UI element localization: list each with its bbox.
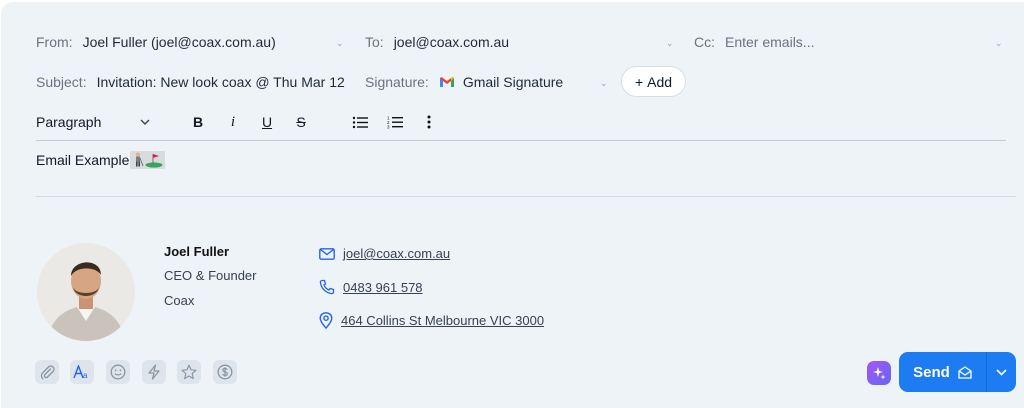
signature-role: CEO & Founder: [164, 268, 257, 283]
more-vertical-icon: [427, 115, 431, 129]
cc-chevron-down-icon[interactable]: ⌄: [995, 38, 1003, 49]
to-value[interactable]: joel@coax.com.au: [394, 34, 509, 50]
bold-button[interactable]: B: [190, 111, 206, 133]
text-format-icon: a: [73, 365, 88, 379]
cc-input[interactable]: Enter emails...: [725, 34, 814, 50]
svg-text:3: 3: [387, 125, 390, 130]
toolbar-divider: [36, 140, 1006, 141]
phone-icon: [319, 279, 335, 295]
to-chevron-down-icon[interactable]: ⌄: [666, 38, 674, 49]
chevron-down-icon: [996, 368, 1007, 376]
signature-field[interactable]: Signature: Gmail Signature: [365, 74, 563, 90]
subject-label: Subject:: [36, 74, 87, 90]
send-button[interactable]: Send: [899, 352, 986, 392]
sparkle-icon: [873, 367, 886, 380]
lightning-icon: [148, 364, 160, 380]
envelope-open-icon: [958, 365, 972, 379]
text-format-button[interactable]: a: [70, 360, 94, 384]
golf-flag-emoji-icon: [145, 154, 163, 168]
dollar-icon: [217, 364, 233, 380]
emoji-highlight: [130, 151, 166, 169]
more-options-button[interactable]: [421, 111, 437, 133]
subject-input[interactable]: Invitation: New look coax @ Thu Mar 12: [97, 74, 345, 90]
mail-icon: [319, 247, 335, 260]
email-body[interactable]: Email Example: [36, 151, 166, 169]
compose-panel: [1, 2, 1024, 408]
favorite-button[interactable]: [177, 360, 201, 384]
signature-company: Coax: [164, 293, 195, 308]
location-pin-icon: [319, 312, 333, 329]
paragraph-select[interactable]: Paragraph: [36, 111, 156, 133]
signature-divider: [36, 196, 1016, 197]
plus-icon: +: [634, 73, 644, 90]
avatar: [37, 243, 135, 341]
send-button-group: Send: [899, 352, 1016, 392]
golfer-emoji-icon: [136, 152, 144, 167]
add-button-label: Add: [647, 73, 673, 90]
send-label: Send: [913, 363, 950, 381]
numbered-list-button[interactable]: 1 2 3: [386, 111, 404, 133]
from-field[interactable]: From: Joel Fuller (joel@coax.com.au): [36, 34, 276, 50]
signature-chevron-down-icon[interactable]: ⌄: [600, 78, 608, 89]
signature-address-link[interactable]: 464 Collins St Melbourne VIC 3000: [341, 313, 544, 328]
paperclip-icon: [40, 365, 55, 380]
email-body-text: Email Example: [36, 152, 130, 168]
paragraph-label: Paragraph: [36, 114, 102, 130]
to-label: To:: [365, 34, 384, 50]
signature-label: Signature:: [365, 74, 429, 90]
payment-button[interactable]: [213, 360, 237, 384]
cc-label: Cc:: [694, 34, 715, 50]
from-value[interactable]: Joel Fuller (joel@coax.com.au): [83, 34, 276, 50]
signature-select[interactable]: Gmail Signature: [463, 74, 563, 90]
emoji-icon: [110, 364, 126, 380]
signature-email-row: joel@coax.com.au: [319, 246, 450, 261]
signature-phone-row: 0483 961 578: [319, 279, 423, 295]
ai-assist-button[interactable]: [867, 361, 891, 385]
cc-field[interactable]: Cc: Enter emails...: [694, 34, 814, 50]
send-options-button[interactable]: [987, 352, 1016, 392]
italic-button[interactable]: i: [225, 111, 241, 133]
star-icon: [181, 364, 197, 380]
attach-button[interactable]: [35, 360, 59, 384]
from-chevron-down-icon[interactable]: ⌄: [336, 38, 344, 49]
svg-text:a: a: [83, 371, 88, 379]
add-signature-button[interactable]: + Add: [621, 66, 686, 97]
numbered-list-icon: 1 2 3: [387, 116, 403, 130]
emoji-button[interactable]: [106, 360, 130, 384]
signature-email-link[interactable]: joel@coax.com.au: [343, 246, 450, 261]
quick-actions-button[interactable]: [142, 360, 166, 384]
from-label: From:: [36, 34, 73, 50]
underline-button[interactable]: U: [259, 111, 275, 133]
strikethrough-button[interactable]: S: [293, 111, 309, 133]
signature-address-row: 464 Collins St Melbourne VIC 3000: [319, 312, 544, 329]
to-field[interactable]: To: joel@coax.com.au: [365, 34, 509, 50]
subject-field[interactable]: Subject: Invitation: New look coax @ Thu…: [36, 74, 345, 90]
gmail-icon: [439, 76, 455, 88]
bullet-list-button[interactable]: [351, 111, 369, 133]
signature-name: Joel Fuller: [164, 244, 230, 259]
signature-phone-link[interactable]: 0483 961 578: [343, 280, 423, 295]
chevron-down-icon: [140, 119, 150, 125]
bullet-list-icon: [352, 116, 368, 128]
